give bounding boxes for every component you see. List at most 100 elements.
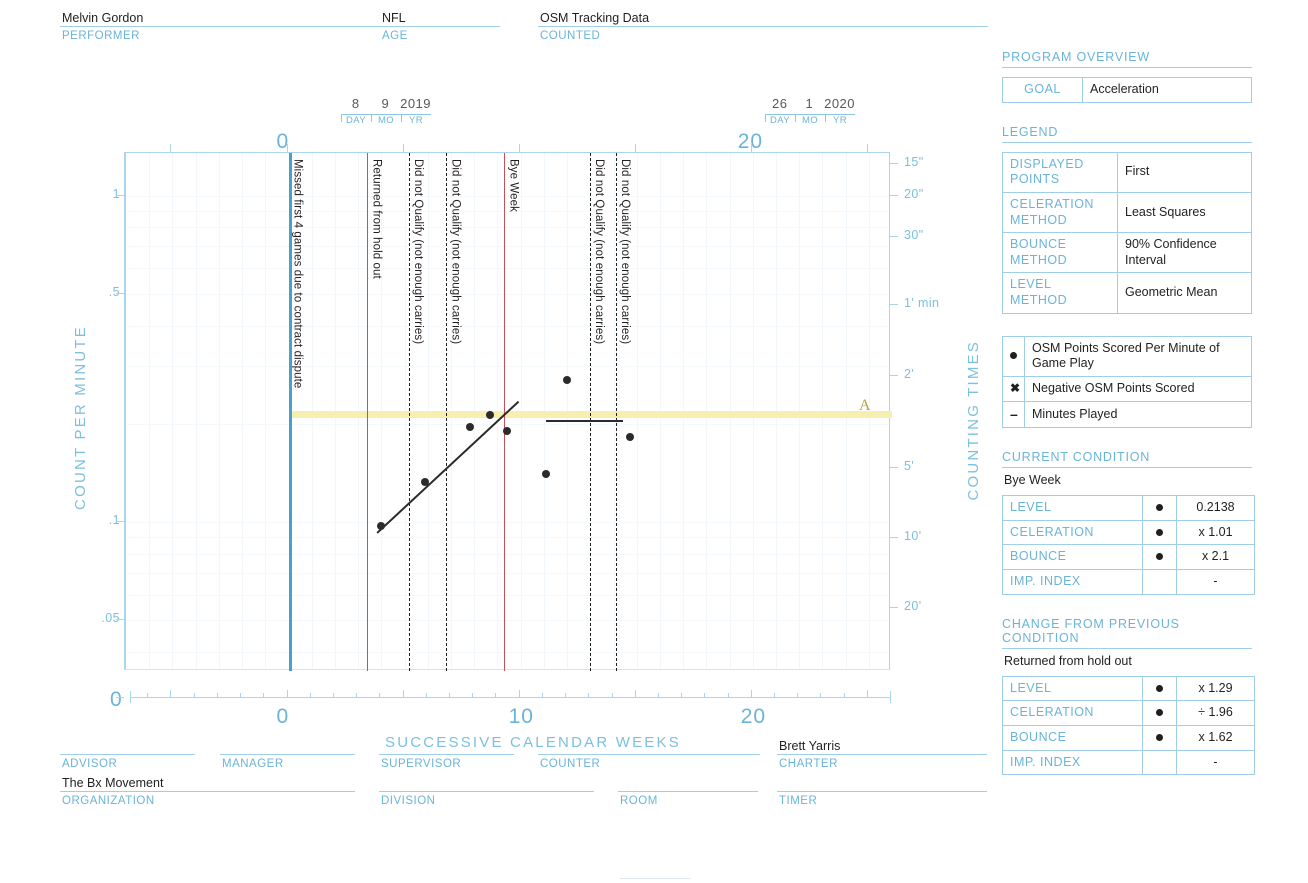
phase-line-label: Returned from hold out	[370, 159, 383, 279]
end-date-stamp[interactable]: 26 1 2020 DAY MO YR	[765, 96, 855, 128]
row-value: Least Squares	[1117, 191, 1252, 234]
current-condition-note: Bye Week	[1004, 473, 1061, 488]
charter-label: CHARTER	[779, 758, 838, 770]
x-tick--1	[263, 693, 265, 697]
performer-label: PERFORMER	[62, 30, 140, 42]
supervisor-label: SUPERVISOR	[381, 758, 462, 770]
change-previous-table: LEVEL x 1.29 CELERATION ÷ 1.96 BOUNCE x 1.62 I…	[1002, 675, 1255, 776]
row-marker	[1142, 495, 1177, 521]
grid-line-horizontal	[126, 366, 889, 368]
data-point[interactable]	[465, 422, 474, 431]
performer-rule	[60, 26, 415, 27]
age-label: AGE	[382, 30, 408, 42]
grid-line-horizontal	[126, 227, 889, 229]
row-key: BOUNCE	[1002, 724, 1143, 751]
x-tick-5	[402, 690, 404, 697]
legend-symbol-cell: ✖	[1002, 375, 1025, 402]
plot-canvas[interactable]: A Missed first 4 games due to contract d…	[124, 152, 892, 671]
chart-plot-area[interactable]: A Missed first 4 games due to contract d…	[124, 152, 892, 671]
phase-line	[615, 153, 617, 671]
data-point[interactable]	[563, 376, 571, 385]
counted-rule	[538, 26, 988, 27]
x-axis-title: SUCCESSIVE CALENDAR WEEKS	[385, 734, 681, 751]
y-tick-right-3	[890, 304, 898, 305]
data-point[interactable]	[542, 470, 551, 479]
start-date-yr: 2019	[400, 96, 432, 111]
aim-label-icon: A	[859, 397, 871, 415]
data-point[interactable]	[502, 427, 511, 436]
start-date-mo: 9	[381, 96, 390, 111]
row-value: x 1.29	[1176, 675, 1255, 702]
x-tick-label-1: 10	[508, 705, 534, 728]
phase-line-label: Did not Qualify (not enough carries)	[618, 159, 631, 345]
x-tick-22	[797, 693, 799, 697]
manager-rule	[220, 754, 355, 755]
x-tick-2	[332, 693, 334, 697]
y-tick-right-1	[890, 195, 898, 196]
start-date-stamp[interactable]: 8 9 2019 DAY MO YR	[341, 96, 431, 128]
row-value: x 2.1	[1176, 544, 1255, 570]
grid-line-vertical	[172, 153, 174, 669]
grid-line-horizontal	[126, 325, 889, 327]
x-tick-1	[309, 693, 311, 697]
y-tick-label-left-1: .5	[108, 284, 120, 299]
x-tick-8	[472, 693, 474, 697]
x-tick-label-0: 0	[276, 705, 290, 728]
x-top-tick-10	[518, 144, 520, 152]
x-tick-12	[565, 693, 566, 697]
row-marker	[1142, 700, 1177, 726]
row-value: -	[1176, 749, 1255, 776]
data-point[interactable]	[625, 433, 634, 442]
change-previous-note: Returned from hold out	[1004, 653, 1132, 668]
row-key: IMP. INDEX	[1002, 749, 1143, 776]
x-tick-3	[356, 693, 358, 697]
x-tick-18	[704, 693, 706, 697]
grid-line-vertical	[265, 153, 267, 669]
x-tick-0	[286, 690, 288, 697]
y-tick-right-6	[890, 537, 898, 538]
row-marker	[1142, 724, 1177, 751]
phase-line-label: Did not Qualify (not enough carries)	[449, 159, 462, 345]
x-tick-25	[866, 690, 868, 697]
grid-line-vertical	[149, 153, 151, 669]
phase-line-label: Did not Qualify (not enough carries)	[412, 159, 425, 345]
y-tick-label-right-5: 5'	[904, 459, 915, 473]
legend-symbol-cell	[1002, 335, 1025, 377]
grid-line-horizontal	[126, 553, 889, 555]
start-date-yr-label: YR	[409, 115, 423, 126]
x-tick-7	[449, 693, 450, 697]
table-row: IMP. INDEX -	[1002, 749, 1255, 776]
end-date-day: 26	[772, 96, 788, 111]
x-tick-19	[727, 693, 729, 697]
table-row: CELERATION x 1.01	[1002, 519, 1255, 546]
x-tick-9	[495, 693, 497, 697]
legend-symbols-table: OSM Points Scored Per Minute of Game Pla…	[1002, 335, 1252, 429]
phase-line	[446, 153, 448, 671]
table-row: CELERATION METHOD Least Squares	[1002, 191, 1252, 234]
phase-line	[409, 153, 411, 671]
x-top-tick-5	[402, 144, 404, 152]
x-tick-17	[681, 693, 683, 697]
row-value: 0.2138	[1176, 495, 1255, 521]
grid-line-horizontal	[126, 293, 889, 295]
end-date-labels: DAY MO YR	[765, 115, 855, 126]
legend-symbol-label: Minutes Played	[1024, 400, 1252, 429]
y-axis-title-right: COUNTING TIMES	[965, 340, 982, 501]
y-tick-label-right-7: 20'	[904, 599, 922, 613]
x-tick-26	[890, 693, 891, 697]
grid-line-horizontal	[126, 246, 889, 248]
current-condition-title: CURRENT CONDITION	[1002, 450, 1252, 469]
timer-rule	[777, 791, 987, 792]
legend-symbol-row: – Minutes Played	[1002, 400, 1252, 429]
legend-symbol-row: OSM Points Scored Per Minute of Game Pla…	[1002, 335, 1252, 377]
y-tick-label-right-4: 2'	[904, 367, 915, 381]
end-date-day-label: DAY	[769, 115, 791, 126]
table-row: BOUNCE x 1.62	[1002, 724, 1255, 751]
start-date-day-label: DAY	[345, 115, 367, 126]
row-marker	[1142, 675, 1177, 702]
x-tick-20	[750, 690, 752, 697]
data-point[interactable]	[377, 522, 386, 531]
